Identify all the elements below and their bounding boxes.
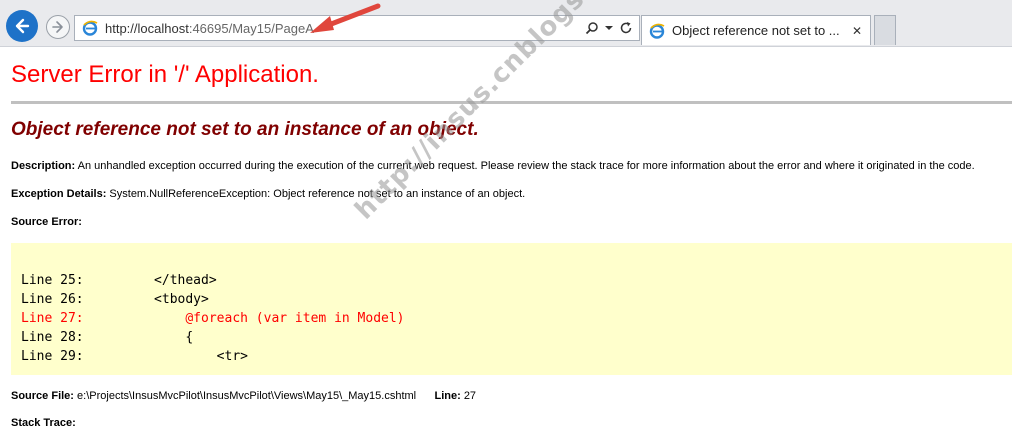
refresh-icon[interactable] [619,21,633,35]
tab-ie-icon [646,20,668,42]
ie-icon [79,17,101,39]
code-line-error: Line 27: @foreach (var item in Model) [21,311,405,326]
search-icon[interactable] [585,21,599,35]
exception-label: Exception Details: [11,188,107,200]
line-label: Line: [434,390,461,402]
source-error-label: Source Error: [11,216,82,228]
line-value: 27 [463,390,477,402]
code-line: Line 26: <tbody> [21,292,209,307]
source-file: Source File: e:\Projects\InsusMvcPilot\I… [11,390,476,402]
code-line: Line 25: </thead> [21,273,217,288]
description-text: An unhandled exception occurred during t… [77,160,975,172]
forward-button[interactable] [46,15,70,39]
back-arrow-icon [15,18,30,34]
close-icon[interactable]: ✕ [852,24,862,38]
code-line: Line 29: <tr> [21,349,248,364]
stack-trace-heading: Stack Trace: [11,417,76,429]
description: Description: An unhandled exception occu… [11,160,975,172]
exception-details: Exception Details: System.NullReferenceE… [11,188,525,200]
title-divider [11,101,1012,104]
error-message: Object reference not set to an instance … [11,119,479,140]
address-host: http://localhost [105,20,189,36]
address-path: :46695/May15/PageA [188,20,314,36]
forward-arrow-icon [52,21,63,33]
source-error-heading: Source Error: [11,216,82,228]
source-file-path: e:\Projects\InsusMvcPilot\InsusMvcPilot\… [77,390,417,402]
annotation-arrow-icon [310,3,381,33]
address-tools [585,21,639,35]
code-line: Line 28: { [21,330,194,345]
back-button[interactable] [6,10,38,42]
exception-text: System.NullReferenceException: Object re… [109,188,526,200]
tab-title: Object reference not set to ... [672,23,840,38]
browser-tab[interactable]: Object reference not set to ... ✕ [641,15,871,45]
chevron-down-icon[interactable] [605,24,613,32]
source-file-label: Source File: [11,390,74,402]
stack-trace-label: Stack Trace: [11,417,76,429]
browser-chrome: http://localhost:46695/May15/PageA Objec… [0,0,1012,47]
error-page: Server Error in '/' Application. Object … [0,47,1012,429]
source-code-block: Line 25: </thead> Line 26: <tbody> Line … [11,243,1012,375]
description-label: Description: [11,160,76,172]
new-tab-button[interactable] [874,15,896,45]
page-title: Server Error in '/' Application. [11,61,319,88]
address-url[interactable]: http://localhost:46695/May15/PageA [105,21,314,36]
